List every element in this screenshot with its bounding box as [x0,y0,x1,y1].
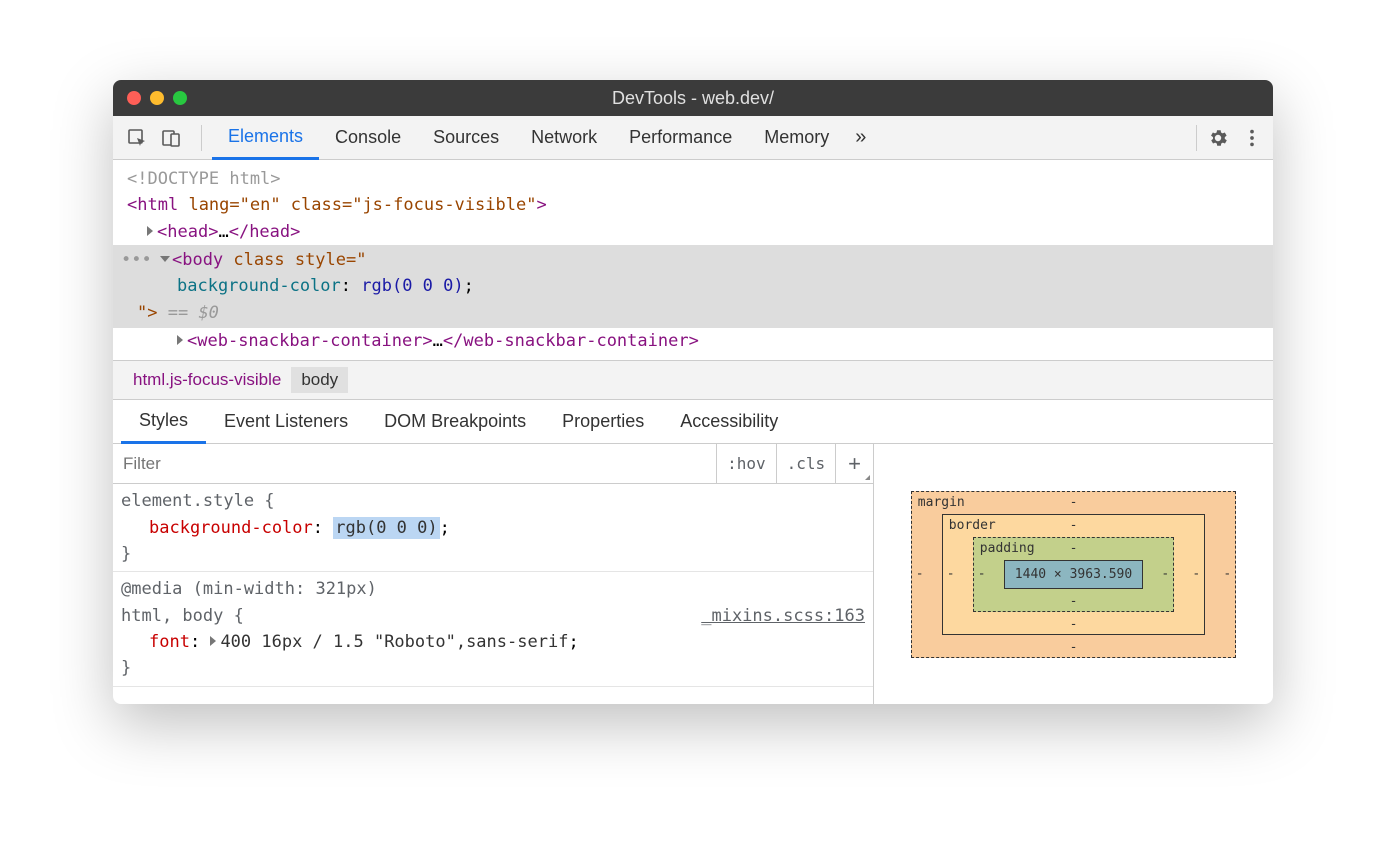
rule-media[interactable]: @media (min-width: 321px) html, body {_m… [113,572,873,686]
tab-memory[interactable]: Memory [748,116,845,160]
window-title: DevTools - web.dev/ [612,88,774,109]
inspect-element-icon[interactable] [123,124,151,152]
dom-tree[interactable]: <!DOCTYPE html> <html lang="en" class="j… [113,160,1273,360]
titlebar: DevTools - web.dev/ [113,80,1273,116]
main-toolbar: Elements Console Sources Network Perform… [113,116,1273,160]
sub-tab-event-listeners[interactable]: Event Listeners [206,400,366,444]
dom-html-open[interactable]: <html lang="en" class="js-focus-visible"… [113,192,1273,218]
window-controls [127,91,187,105]
expand-triangle-icon[interactable] [147,226,153,236]
box-model[interactable]: margin - - - - border - - - - padding - [911,491,1236,658]
more-tabs-button[interactable]: » [845,126,876,149]
toggle-cls-button[interactable]: .cls [776,444,836,483]
styles-filter-input[interactable] [113,454,716,474]
separator [201,125,202,151]
expand-shorthand-icon[interactable] [210,636,216,646]
rule-source-link[interactable]: _mixins.scss:163 [701,603,865,629]
tab-performance[interactable]: Performance [613,116,748,160]
tab-console[interactable]: Console [319,116,417,160]
separator [1196,125,1197,151]
device-toolbar-icon[interactable] [157,124,185,152]
box-model-panel: margin - - - - border - - - - padding - [873,444,1273,704]
devtools-window: DevTools - web.dev/ Elements Console Sou… [113,80,1273,704]
expand-triangle-icon[interactable] [177,335,183,345]
breadcrumb-body[interactable]: body [291,367,348,393]
tab-sources[interactable]: Sources [417,116,515,160]
tab-elements[interactable]: Elements [212,116,319,160]
minimize-window-button[interactable] [150,91,164,105]
tab-network[interactable]: Network [515,116,613,160]
toggle-hov-button[interactable]: :hov [716,444,776,483]
more-options-icon[interactable] [1241,127,1263,149]
css-declaration[interactable]: font: 400 16px / 1.5 "Roboto",sans-serif… [121,629,865,655]
css-declaration[interactable]: background-color: rgb(0 0 0); [121,515,865,541]
box-model-content[interactable]: 1440 × 3963.590 [1004,560,1143,589]
style-rules: element.style { background-color: rgb(0 … [113,484,873,704]
styles-sub-tabs: Styles Event Listeners DOM Breakpoints P… [113,400,1273,444]
settings-gear-icon[interactable] [1207,127,1229,149]
styles-panel: :hov .cls + element.style { background-c… [113,444,1273,704]
close-window-button[interactable] [127,91,141,105]
rule-element-style[interactable]: element.style { background-color: rgb(0 … [113,484,873,572]
sub-tab-accessibility[interactable]: Accessibility [662,400,796,444]
styles-rules-column: :hov .cls + element.style { background-c… [113,444,873,704]
expand-triangle-icon[interactable] [160,256,170,262]
main-tabs: Elements Console Sources Network Perform… [212,116,1186,160]
maximize-window-button[interactable] [173,91,187,105]
sub-tab-styles[interactable]: Styles [121,400,206,444]
dom-snackbar[interactable]: <web-snackbar-container>…</web-snackbar-… [113,328,1273,354]
styles-filter-row: :hov .cls + [113,444,873,484]
overflow-ellipsis: ••• [121,250,152,270]
dom-doctype[interactable]: <!DOCTYPE html> [113,166,1273,192]
sub-tab-dom-breakpoints[interactable]: DOM Breakpoints [366,400,544,444]
toolbar-right [1207,127,1263,149]
breadcrumb: html.js-focus-visible body [113,360,1273,400]
box-model-border[interactable]: border - - - - padding - - - - 1440 × 39… [942,514,1205,635]
new-style-rule-button[interactable]: + [835,444,873,483]
dom-head[interactable]: <head>…</head> [113,219,1273,245]
sub-tab-properties[interactable]: Properties [544,400,662,444]
dom-body-selected[interactable]: ••• <body class style=" background-color… [113,245,1273,328]
box-model-padding[interactable]: padding - - - - 1440 × 3963.590 [973,537,1174,612]
box-model-margin[interactable]: margin - - - - border - - - - padding - [911,491,1236,658]
breadcrumb-html[interactable]: html.js-focus-visible [123,367,291,393]
